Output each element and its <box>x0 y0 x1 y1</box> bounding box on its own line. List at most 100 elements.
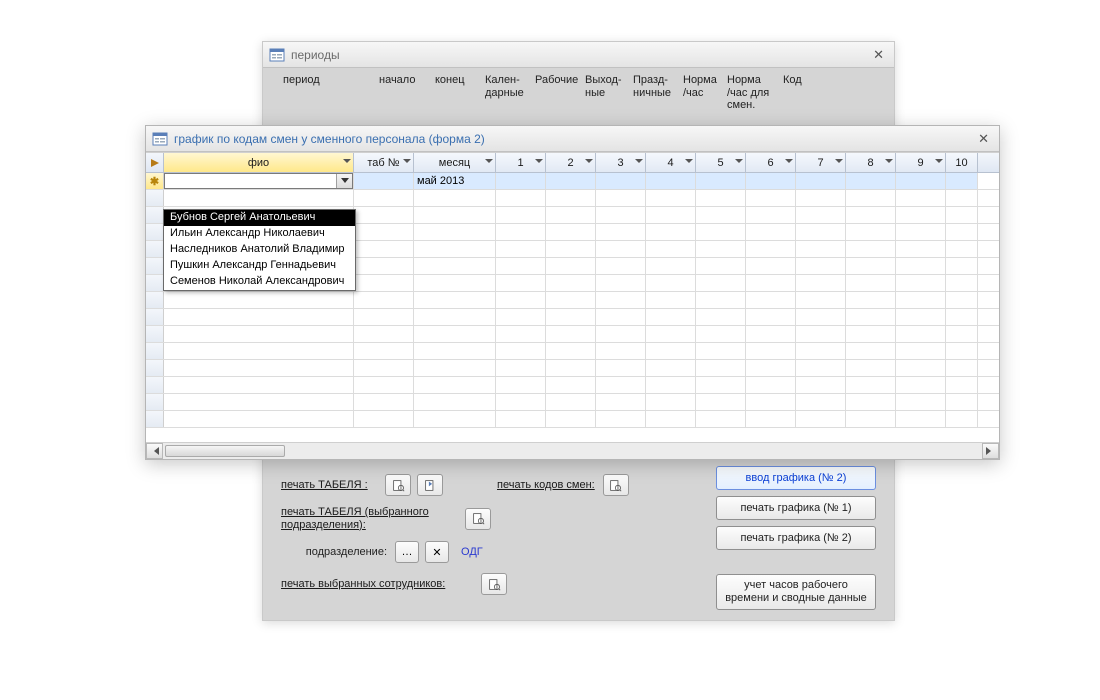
empty-cell[interactable] <box>164 411 354 427</box>
fio-cell[interactable] <box>164 173 354 189</box>
empty-cell[interactable] <box>796 343 846 359</box>
dept-pick-button[interactable]: … <box>395 541 419 563</box>
col-day-5[interactable]: 5 <box>696 153 746 172</box>
empty-cell[interactable] <box>846 394 896 410</box>
empty-cell[interactable] <box>646 360 696 376</box>
empty-cell[interactable] <box>796 258 846 274</box>
empty-cell[interactable] <box>696 207 746 223</box>
empty-cell[interactable] <box>946 224 978 240</box>
empty-cell[interactable] <box>746 190 796 206</box>
empty-cell[interactable] <box>746 343 796 359</box>
empty-cell[interactable] <box>946 190 978 206</box>
empty-cell[interactable] <box>496 258 546 274</box>
col-day-4[interactable]: 4 <box>646 153 696 172</box>
empty-cell[interactable] <box>646 258 696 274</box>
col-day-7[interactable]: 7 <box>796 153 846 172</box>
day-cell[interactable] <box>546 173 596 189</box>
day-cell[interactable] <box>596 173 646 189</box>
empty-cell[interactable] <box>164 343 354 359</box>
empty-cell[interactable] <box>646 394 696 410</box>
empty-cell[interactable] <box>496 275 546 291</box>
col-day-2[interactable]: 2 <box>546 153 596 172</box>
empty-cell[interactable] <box>896 377 946 393</box>
empty-cell[interactable] <box>596 309 646 325</box>
empty-cell[interactable] <box>646 326 696 342</box>
empty-cell[interactable] <box>546 411 596 427</box>
empty-cell[interactable] <box>846 241 896 257</box>
empty-cell[interactable] <box>846 360 896 376</box>
empty-cell[interactable] <box>746 241 796 257</box>
empty-cell[interactable] <box>696 394 746 410</box>
scroll-thumb[interactable] <box>165 445 285 457</box>
empty-cell[interactable] <box>354 207 414 223</box>
empty-cell[interactable] <box>496 411 546 427</box>
day-cell[interactable] <box>496 173 546 189</box>
row-selector[interactable] <box>146 275 164 291</box>
empty-cell[interactable] <box>496 309 546 325</box>
empty-cell[interactable] <box>646 343 696 359</box>
row-selector[interactable] <box>146 224 164 240</box>
empty-cell[interactable] <box>796 309 846 325</box>
empty-cell[interactable] <box>354 411 414 427</box>
print-codes-button[interactable] <box>603 474 629 496</box>
empty-cell[interactable] <box>696 343 746 359</box>
empty-cell[interactable] <box>546 224 596 240</box>
empty-cell[interactable] <box>546 377 596 393</box>
row-selector[interactable] <box>146 190 164 206</box>
empty-cell[interactable] <box>596 258 646 274</box>
empty-cell[interactable] <box>746 292 796 308</box>
empty-cell[interactable] <box>414 275 496 291</box>
empty-cell[interactable] <box>896 343 946 359</box>
empty-cell[interactable] <box>496 190 546 206</box>
empty-cell[interactable] <box>796 190 846 206</box>
row-selector[interactable] <box>146 292 164 308</box>
col-day-10[interactable]: 10 <box>946 153 978 172</box>
empty-cell[interactable] <box>846 190 896 206</box>
print-tabel-settings-button[interactable] <box>417 474 443 496</box>
empty-cell[interactable] <box>646 275 696 291</box>
empty-cell[interactable] <box>354 190 414 206</box>
empty-cell[interactable] <box>164 190 354 206</box>
chevron-down-icon[interactable] <box>336 174 352 188</box>
empty-cell[interactable] <box>696 224 746 240</box>
fio-option[interactable]: Пушкин Александр Геннадьевич <box>164 258 355 274</box>
row-selector[interactable] <box>146 377 164 393</box>
empty-cell[interactable] <box>846 275 896 291</box>
col-tabno[interactable]: таб № <box>354 153 414 172</box>
schedule-close-icon[interactable]: ✕ <box>974 129 993 149</box>
empty-cell[interactable] <box>846 343 896 359</box>
empty-cell[interactable] <box>746 309 796 325</box>
empty-cell[interactable] <box>946 411 978 427</box>
empty-cell[interactable] <box>746 207 796 223</box>
empty-cell[interactable] <box>846 224 896 240</box>
row-selector[interactable] <box>146 360 164 376</box>
empty-cell[interactable] <box>746 394 796 410</box>
horizontal-scrollbar[interactable] <box>146 442 999 459</box>
empty-cell[interactable] <box>496 394 546 410</box>
empty-cell[interactable] <box>896 275 946 291</box>
empty-cell[interactable] <box>354 292 414 308</box>
row-selector[interactable] <box>146 343 164 359</box>
col-day-3[interactable]: 3 <box>596 153 646 172</box>
empty-cell[interactable] <box>354 258 414 274</box>
label-print-selected[interactable]: печать выбранных сотрудников: <box>281 578 473 591</box>
empty-cell[interactable] <box>546 241 596 257</box>
empty-cell[interactable] <box>546 309 596 325</box>
empty-cell[interactable] <box>496 292 546 308</box>
empty-cell[interactable] <box>696 275 746 291</box>
empty-cell[interactable] <box>354 224 414 240</box>
empty-cell[interactable] <box>946 360 978 376</box>
empty-cell[interactable] <box>596 411 646 427</box>
empty-cell[interactable] <box>414 377 496 393</box>
empty-cell[interactable] <box>746 377 796 393</box>
empty-row[interactable] <box>146 377 999 394</box>
empty-cell[interactable] <box>696 190 746 206</box>
empty-cell[interactable] <box>896 190 946 206</box>
col-month[interactable]: месяц <box>414 153 496 172</box>
empty-cell[interactable] <box>946 309 978 325</box>
empty-cell[interactable] <box>546 190 596 206</box>
fio-dropdown-list[interactable]: Бубнов Сергей Анатольевич Ильин Александ… <box>163 209 356 291</box>
empty-cell[interactable] <box>846 411 896 427</box>
empty-cell[interactable] <box>414 292 496 308</box>
empty-cell[interactable] <box>796 241 846 257</box>
